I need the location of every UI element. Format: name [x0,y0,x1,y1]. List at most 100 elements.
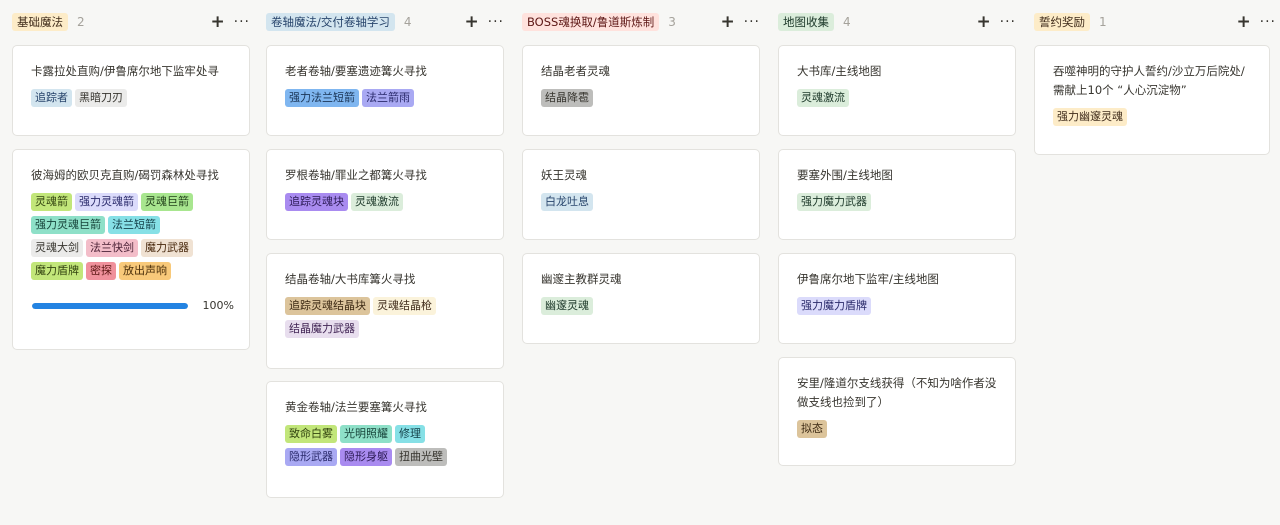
more-options-icon[interactable]: ··· [234,14,250,30]
board-card[interactable]: 伊鲁席尔地下监牢/主线地图 强力魔力盾牌 [778,253,1016,344]
tag: 拟态 [797,420,827,438]
tag: 追踪灵魂块 [285,193,348,211]
tag: 灵魂激流 [797,89,849,107]
tag-list: 强力幽邃灵魂 [1053,108,1254,131]
board-card[interactable]: 罗根卷轴/罪业之都篝火寻找 追踪灵魂块 灵魂激流 [266,149,504,240]
tag: 强力魔力武器 [797,193,871,211]
tag: 灵魂巨箭 [141,193,193,211]
add-card-icon[interactable]: + [720,14,736,31]
tag: 强力灵魂箭 [75,193,138,211]
tag: 白龙吐息 [541,193,593,211]
tag: 放出声响 [119,262,171,280]
more-options-icon[interactable]: ··· [488,14,504,30]
progress-fill [32,302,188,309]
add-card-icon[interactable]: + [1236,14,1252,31]
column-header: 基础魔法 2 + ··· [12,0,250,44]
card-title: 结晶老者灵魂 [541,64,610,78]
board-card[interactable]: 黄金卷轴/法兰要塞篝火寻找 致命白雾 光明照耀 修理 隐形武器 隐形身躯 扭曲光壁 [266,381,504,498]
tag: 灵魂箭 [31,193,72,211]
card-title: 老者卷轴/要塞遗迹篝火寻找 [285,64,427,78]
card-title: 安里/隆道尔支线获得（不知为啥作者没做支线也捡到了） [797,376,997,409]
progress-bar [32,302,188,309]
tag: 扭曲光壁 [395,448,447,466]
board-column: 卷轴魔法/交付卷轴学习 4 + ··· 老者卷轴/要塞遗迹篝火寻找 强力法兰短箭… [266,0,504,498]
card-title: 卡露拉处直购/伊鲁席尔地下监牢处寻 [31,64,219,78]
tag-list: 强力魔力武器 [797,193,1000,216]
tag-list: 结晶降雹 [541,89,744,112]
add-card-icon[interactable]: + [210,14,226,31]
board-card[interactable]: 结晶卷轴/大书库篝火寻找 追踪灵魂结晶块 灵魂结晶枪 结晶魔力武器 [266,253,504,369]
column-title[interactable]: 基础魔法 [12,13,68,31]
add-card-icon[interactable]: + [976,14,992,31]
column-header: 誓约奖励 1 + ··· [1034,0,1275,44]
tag-list: 幽邃灵魂 [541,297,744,320]
tag: 强力灵魂巨箭 [31,216,105,234]
tag: 追踪灵魂结晶块 [285,297,370,315]
tag: 法兰快剑 [86,239,138,257]
tag: 灵魂结晶枪 [373,297,436,315]
progress-row: 100% [31,299,234,312]
tag: 魔力武器 [141,239,193,257]
board-card[interactable]: 幽邃主教群灵魂 幽邃灵魂 [522,253,760,344]
column-title[interactable]: BOSS魂换取/鲁道斯炼制 [522,13,660,31]
more-options-icon[interactable]: ··· [1260,14,1276,30]
board-card[interactable]: 安里/隆道尔支线获得（不知为啥作者没做支线也捡到了） 拟态 [778,357,1016,466]
card-title: 罗根卷轴/罪业之都篝火寻找 [285,168,427,182]
tag: 致命白雾 [285,425,337,443]
card-title: 伊鲁席尔地下监牢/主线地图 [797,272,939,286]
card-title: 吞噬神明的守护人誓约/沙立万后院处/需献上10个 “人心沉淀物” [1053,64,1245,97]
more-options-icon[interactable]: ··· [744,14,760,30]
tag: 幽邃灵魂 [541,297,593,315]
more-options-icon[interactable]: ··· [1000,14,1016,30]
board-card[interactable]: 吞噬神明的守护人誓约/沙立万后院处/需献上10个 “人心沉淀物” 强力幽邃灵魂 [1034,45,1270,155]
column-count: 1 [1099,15,1107,29]
tag: 灵魂大剑 [31,239,83,257]
board-card[interactable]: 老者卷轴/要塞遗迹篝火寻找 强力法兰短箭 法兰箭雨 [266,45,504,136]
card-title: 妖王灵魂 [541,168,587,182]
board-card[interactable]: 要塞外围/主线地图 强力魔力武器 [778,149,1016,240]
column-count: 4 [403,15,412,29]
tag-list: 白龙吐息 [541,193,744,216]
tag: 黑暗刀刃 [75,89,127,107]
card-title: 黄金卷轴/法兰要塞篝火寻找 [285,400,427,414]
tag-list: 灵魂激流 [797,89,1000,112]
column-title[interactable]: 地图收集 [778,13,834,31]
card-title: 结晶卷轴/大书库篝火寻找 [285,272,416,286]
column-count: 3 [668,15,676,29]
board-card[interactable]: 卡露拉处直购/伊鲁席尔地下监牢处寻 追踪者 黑暗刀刃 [12,45,250,136]
tag: 强力幽邃灵魂 [1053,108,1127,126]
tag: 灵魂激流 [351,193,403,211]
progress-label: 100% [202,299,234,312]
board-card[interactable]: 妖王灵魂 白龙吐息 [522,149,760,240]
column-count: 4 [843,15,851,29]
card-title: 彼海姆的欧贝克直购/碣罚森林处寻找 [31,168,219,182]
column-header: 卷轴魔法/交付卷轴学习 4 + ··· [266,0,504,44]
board-card[interactable]: 彼海姆的欧贝克直购/碣罚森林处寻找 灵魂箭 强力灵魂箭 灵魂巨箭 强力灵魂巨箭 法兰短箭… [12,149,250,350]
tag-list: 拟态 [797,420,1000,443]
board-card[interactable]: 大书库/主线地图 灵魂激流 [778,45,1016,136]
board-column: 地图收集 4 + ··· 大书库/主线地图 灵魂激流 要塞外围/主线地图 强力魔… [778,0,1016,466]
board-column: BOSS魂换取/鲁道斯炼制 3 + ··· 结晶老者灵魂 结晶降雹 妖王灵魂 白… [522,0,760,344]
board-card[interactable]: 结晶老者灵魂 结晶降雹 [522,45,760,136]
column-header: 地图收集 4 + ··· [778,0,1016,44]
tag-list: 灵魂箭 强力灵魂箭 灵魂巨箭 强力灵魂巨箭 法兰短箭 灵魂大剑 法兰快剑 魔力武器 魔力盾牌 密探… [31,193,234,285]
board-column: 基础魔法 2 + ··· 卡露拉处直购/伊鲁席尔地下监牢处寻 追踪者 黑暗刀刃 彼… [12,0,250,350]
card-title: 要塞外围/主线地图 [797,168,893,182]
column-count: 2 [77,15,85,29]
tag: 追踪者 [31,89,72,107]
column-title[interactable]: 誓约奖励 [1034,13,1090,31]
tag: 魔力盾牌 [31,262,83,280]
tag: 光明照耀 [340,425,392,443]
card-title: 大书库/主线地图 [797,64,882,78]
tag: 隐形身躯 [340,448,392,466]
tag: 隐形武器 [285,448,337,466]
add-card-icon[interactable]: + [464,14,480,31]
tag-list: 追踪灵魂块 灵魂激流 [285,193,488,216]
tag-list: 强力魔力盾牌 [797,297,1000,320]
tag-list: 追踪者 黑暗刀刃 [31,89,234,112]
board-column: 誓约奖励 1 + ··· 吞噬神明的守护人誓约/沙立万后院处/需献上10个 “人… [1034,0,1275,155]
tag: 法兰箭雨 [362,89,414,107]
column-title[interactable]: 卷轴魔法/交付卷轴学习 [266,13,395,31]
tag: 结晶魔力武器 [285,320,359,338]
card-title: 幽邃主教群灵魂 [541,272,622,286]
